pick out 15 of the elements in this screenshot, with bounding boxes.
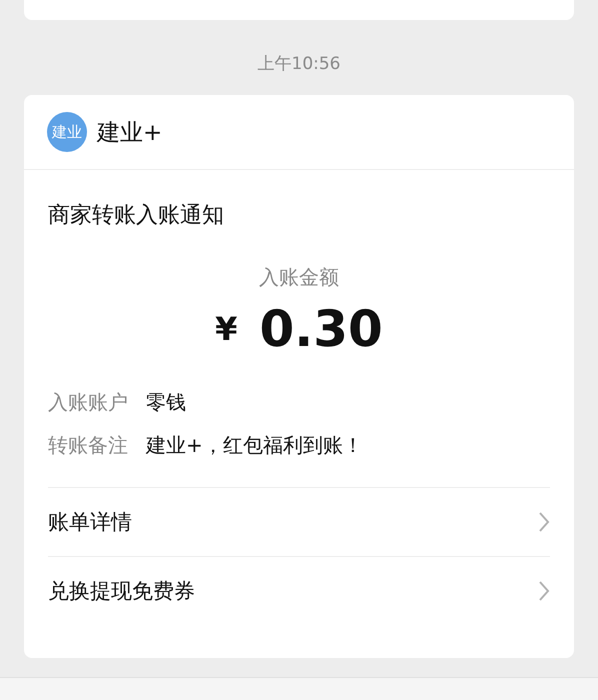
link-row[interactable]: 账单详情 xyxy=(48,488,550,556)
chevron-icon xyxy=(538,580,550,602)
chevron-icon xyxy=(538,511,550,533)
field-label: 入账账户 xyxy=(48,389,128,416)
timestamp: 上午10:56 xyxy=(258,54,340,74)
field-label: 转账备注 xyxy=(48,432,128,459)
field-value: 零钱 xyxy=(146,389,186,416)
sender-name[interactable]: 建业+ xyxy=(97,116,162,148)
logo-icon: 建业 xyxy=(47,112,87,152)
field-value: 建业+，红包福利到账！ xyxy=(146,432,363,459)
amount: 0.30 xyxy=(259,300,383,358)
currency-symbol: ¥ xyxy=(215,310,238,348)
notice-title: 商家转账入账通知 xyxy=(48,202,225,230)
link-row[interactable]: 兑换提现免费券 xyxy=(48,556,550,625)
amount-label: 入账金额 xyxy=(259,265,339,289)
